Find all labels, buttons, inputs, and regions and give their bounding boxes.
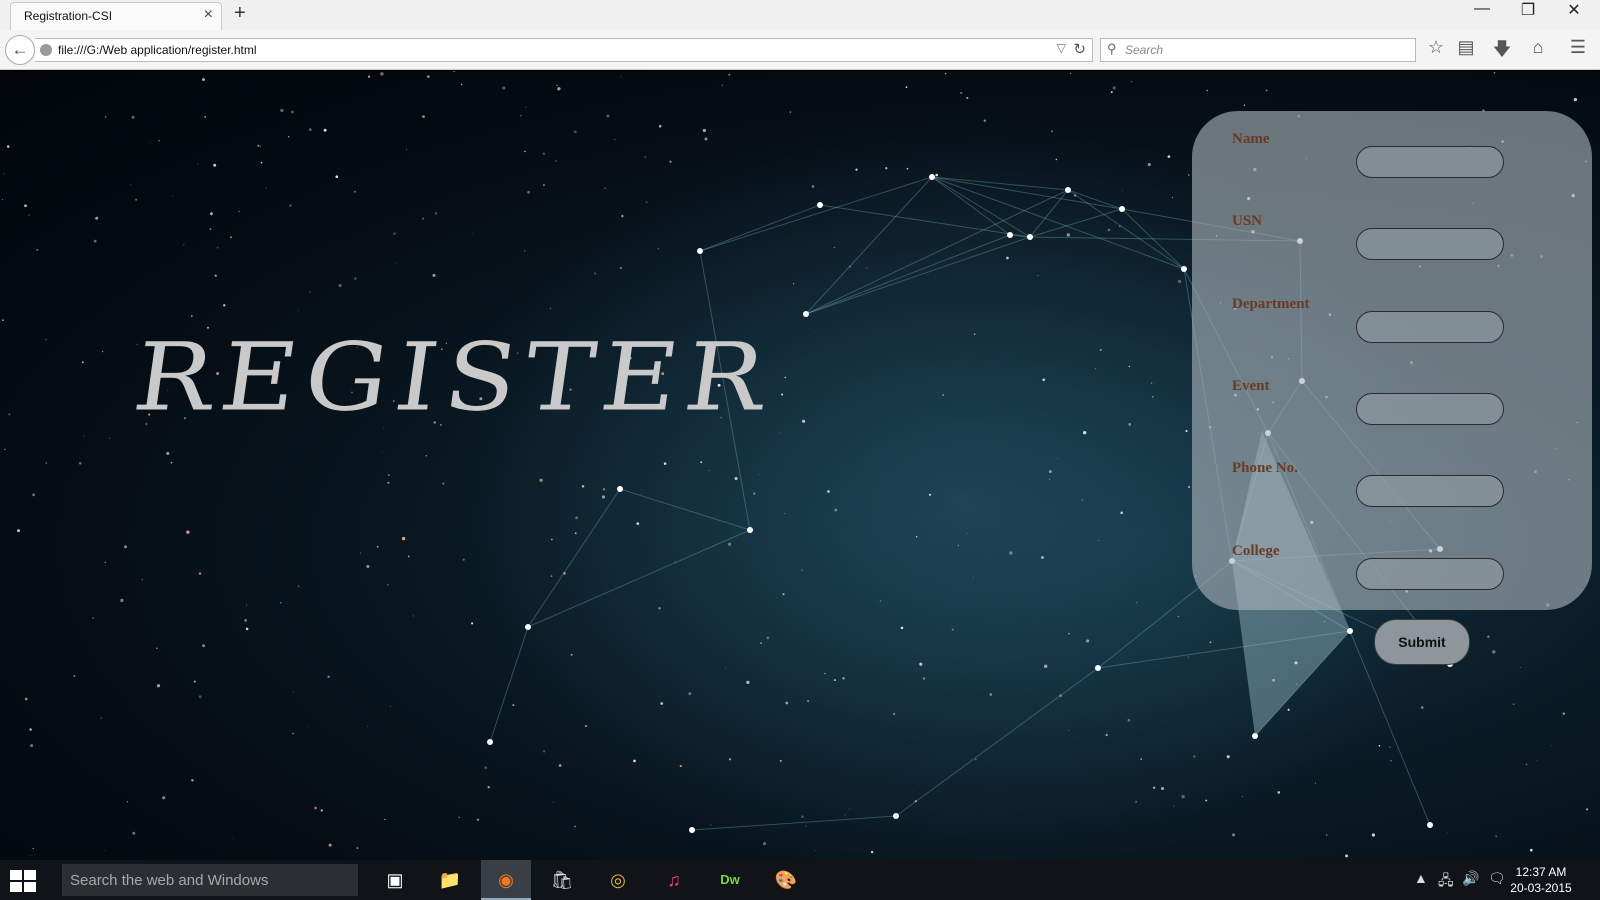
star-icon[interactable]: ☆	[1422, 37, 1450, 63]
chrome-icon[interactable]: ◎	[593, 860, 643, 900]
restore-button[interactable]: ❐	[1508, 0, 1548, 22]
department-label: Department	[1232, 296, 1310, 312]
search-icon: ⚲	[1107, 41, 1117, 56]
submit-button[interactable]: Submit	[1374, 619, 1470, 665]
url-dropdown-icon[interactable]: ▽	[1057, 41, 1066, 55]
minimize-button[interactable]: —	[1462, 0, 1502, 22]
file-explorer-icon[interactable]: 📁	[425, 860, 475, 900]
store-icon[interactable]: 🛍	[537, 860, 587, 900]
tab-close-icon[interactable]: ×	[204, 6, 213, 24]
new-tab-button[interactable]: +	[234, 2, 246, 25]
tray-expand-icon[interactable]: ▲	[1414, 870, 1428, 886]
task-view-icon[interactable]: ▣	[370, 860, 420, 900]
paint-icon[interactable]: 🎨	[761, 860, 811, 900]
download-icon[interactable]: 🡇	[1488, 37, 1516, 63]
page-content: REGISTER Name USN Department Event Phone…	[0, 71, 1600, 860]
browser-search-box[interactable]: ⚲ Search	[1100, 38, 1416, 62]
globe-icon	[40, 44, 52, 56]
clock-time: 12:37 AM	[1515, 865, 1567, 879]
clock-date: 20-03-2015	[1510, 881, 1572, 895]
phone-label: Phone No.	[1232, 460, 1298, 476]
register-heading: REGISTER	[127, 322, 780, 432]
name-input[interactable]	[1356, 146, 1504, 178]
event-input[interactable]	[1356, 393, 1504, 425]
search-placeholder: Search	[1125, 43, 1164, 57]
department-input[interactable]	[1356, 311, 1504, 343]
clock[interactable]: 12:37 AM 20-03-2015	[1506, 864, 1576, 896]
usn-input[interactable]	[1356, 228, 1504, 260]
registration-form: Name USN Department Event Phone No. Coll…	[1192, 111, 1592, 610]
navigation-toolbar: ← file:///G:/Web application/register.ht…	[0, 30, 1600, 70]
tab-title: Registration-CSI	[24, 9, 113, 23]
reading-list-icon[interactable]: ▤	[1452, 37, 1480, 63]
usn-label: USN	[1232, 213, 1263, 229]
back-button[interactable]: ←	[5, 35, 35, 65]
home-icon[interactable]: ⌂	[1524, 37, 1552, 63]
dreamweaver-icon[interactable]: Dw	[705, 860, 755, 900]
volume-icon[interactable]: 🔊	[1462, 870, 1479, 887]
tab-registration[interactable]: Registration-CSI ×	[10, 2, 222, 30]
taskbar-search-placeholder: Search the web and Windows	[70, 872, 269, 889]
windows-taskbar: Search the web and Windows ▣ 📁 ◉ 🛍 ◎ ♫ D…	[0, 860, 1600, 900]
taskbar-search-box[interactable]: Search the web and Windows	[62, 864, 358, 896]
close-window-button[interactable]: ✕	[1554, 0, 1594, 22]
windows-start-icon[interactable]	[10, 870, 36, 892]
itunes-icon[interactable]: ♫	[649, 860, 699, 900]
firefox-icon[interactable]: ◉	[481, 860, 531, 900]
menu-icon[interactable]: ☰	[1564, 37, 1592, 63]
notifications-icon[interactable]: 🗨	[1488, 870, 1506, 887]
name-label: Name	[1232, 131, 1270, 147]
college-label: College	[1232, 543, 1280, 559]
college-input[interactable]	[1356, 558, 1504, 590]
back-arrow-icon: ←	[11, 40, 29, 59]
url-text[interactable]: file:///G:/Web application/register.html	[58, 43, 257, 57]
url-bar[interactable]: file:///G:/Web application/register.html…	[35, 38, 1093, 62]
tab-bar: Registration-CSI × + — ❐ ✕	[0, 0, 1600, 30]
phone-input[interactable]	[1356, 475, 1504, 507]
reload-icon[interactable]: ↻	[1073, 40, 1086, 58]
network-icon[interactable]: 🖧	[1438, 870, 1454, 894]
event-label: Event	[1232, 378, 1270, 394]
